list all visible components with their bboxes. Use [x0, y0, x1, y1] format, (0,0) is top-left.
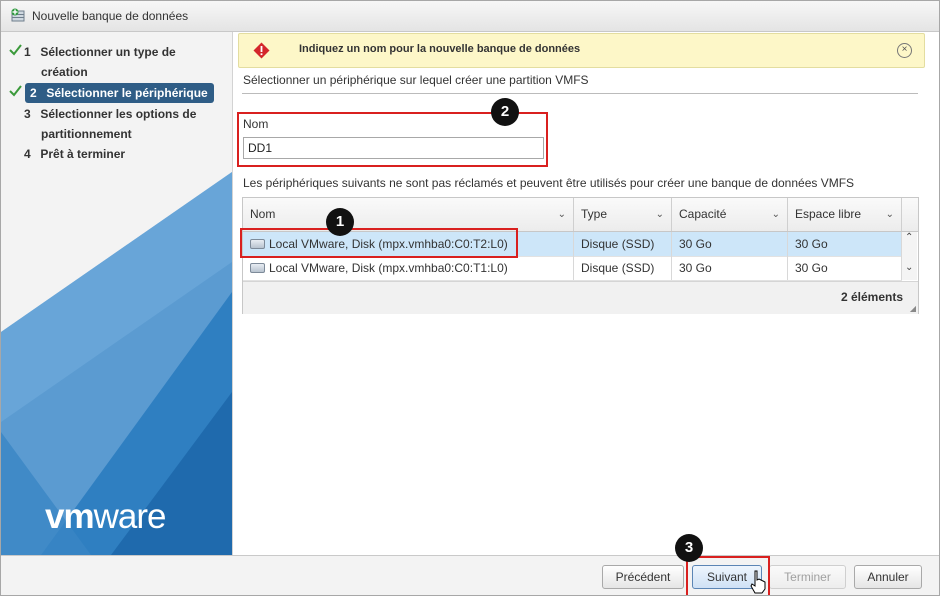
divider [242, 93, 918, 94]
step-3[interactable]: 3 Sélectionner les options de partitionn… [24, 104, 196, 144]
step-3-label-cont: partitionnement [41, 127, 132, 141]
step-1-label-cont: création [41, 65, 88, 79]
title-bar: Nouvelle banque de données [1, 1, 939, 32]
check-icon [9, 85, 22, 97]
scroll-up-icon[interactable]: ⌃ [905, 232, 913, 243]
step-1-label: Sélectionner un type de [40, 45, 176, 59]
vmware-logo: vmware [45, 497, 166, 536]
callout-3: 3 [675, 534, 703, 562]
chevron-down-icon: ⌄ [557, 209, 566, 220]
chevron-down-icon: ⌄ [655, 209, 664, 220]
column-header-type[interactable]: Type ⌄ [574, 198, 672, 231]
device-type: Disque (SSD) [574, 232, 672, 256]
step-3-label: Sélectionner les options de [40, 107, 197, 121]
resize-grip-icon[interactable]: ◢ [910, 304, 916, 313]
error-diamond-icon [253, 42, 270, 59]
warning-message: Indiquez un nom pour la nouvelle banque … [299, 43, 581, 55]
devices-description: Les périphériques suivants ne sont pas r… [243, 176, 855, 190]
callout-1: 1 [326, 208, 354, 236]
cancel-button[interactable]: Annuler [854, 565, 922, 589]
step-4[interactable]: 4 Prêt à terminer [24, 144, 125, 164]
table-footer: 2 éléments ◢ [243, 281, 918, 314]
step-4-label: Prêt à terminer [40, 147, 126, 161]
device-name: Local VMware, Disk (mpx.vmhba0:C0:T1:L0) [269, 261, 508, 275]
table-row[interactable]: Local VMware, Disk (mpx.vmhba0:C0:T1:L0)… [243, 256, 902, 281]
previous-button[interactable]: Précédent [602, 565, 684, 589]
disk-icon [250, 263, 265, 273]
device-type: Disque (SSD) [574, 256, 672, 280]
column-header-name[interactable]: Nom ⌄ [243, 198, 574, 231]
device-free-space: 30 Go [788, 232, 902, 256]
callout-2: 2 [491, 98, 519, 126]
chevron-down-icon: ⌄ [771, 209, 780, 220]
dialog-title: Nouvelle banque de données [32, 9, 189, 23]
device-capacity: 30 Go [672, 256, 788, 280]
step-2-label: Sélectionner le périphérique [46, 86, 208, 100]
new-datastore-dialog: Nouvelle banque de données 1 Sélectionne… [0, 0, 940, 596]
highlight-box-device [240, 228, 518, 258]
column-header-free-space[interactable]: Espace libre ⌄ [788, 198, 902, 231]
page-subtitle: Sélectionner un périphérique sur lequel … [243, 73, 589, 87]
check-icon [9, 44, 22, 56]
vertical-scrollbar[interactable]: ⌃ ⌄ [902, 232, 917, 280]
device-free-space: 30 Go [788, 256, 902, 280]
finish-button[interactable]: Terminer [769, 565, 846, 589]
wizard-steps-panel: 1 Sélectionner un type de création 2 Sél… [1, 32, 233, 555]
chevron-down-icon: ⌄ [885, 209, 894, 220]
column-header-capacity[interactable]: Capacité ⌄ [672, 198, 788, 231]
close-icon[interactable]: × [897, 43, 912, 58]
scroll-down-icon[interactable]: ⌄ [905, 262, 913, 273]
item-count: 2 éléments [840, 290, 903, 304]
hand-cursor-icon [750, 570, 766, 594]
wizard-footer: Précédent Suivant Terminer Annuler [1, 555, 939, 595]
datastore-add-icon [11, 8, 25, 22]
device-capacity: 30 Go [672, 232, 788, 256]
warning-banner: Indiquez un nom pour la nouvelle banque … [238, 33, 925, 68]
step-1[interactable]: 1 Sélectionner un type de création [24, 42, 176, 82]
step-2-active[interactable]: 2 Sélectionner le périphérique [25, 83, 214, 103]
